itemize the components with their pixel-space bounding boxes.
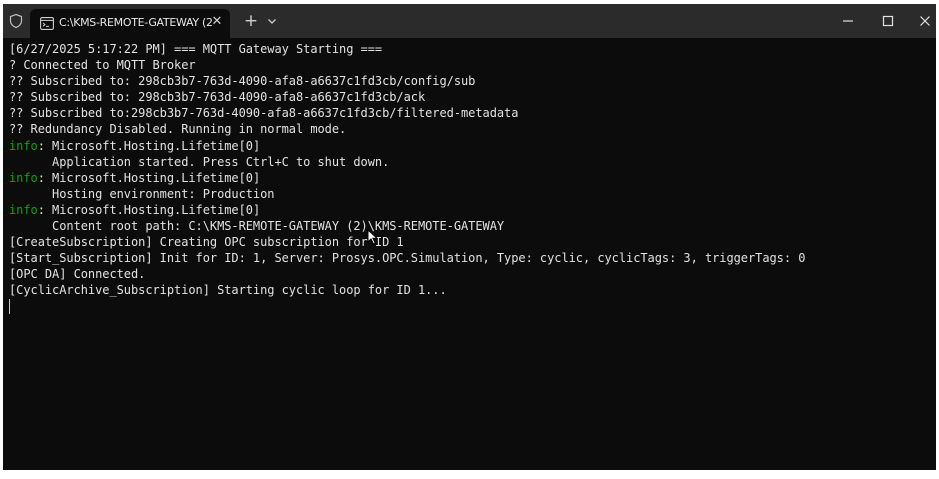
console-line-text: [Start_Subscription] Init for ID: 1, Ser… bbox=[9, 251, 806, 266]
console-line: info: Microsoft.Hosting.Lifetime[0] bbox=[9, 170, 932, 186]
console-line: [6/27/2025 5:17:22 PM] === MQTT Gateway … bbox=[9, 41, 932, 57]
console-line-text: : Microsoft.Hosting.Lifetime[0] bbox=[37, 170, 261, 185]
log-level-info: info bbox=[9, 170, 38, 185]
console-line: [OPC DA] Connected. bbox=[9, 266, 932, 282]
console-output[interactable]: [6/27/2025 5:17:22 PM] === MQTT Gateway … bbox=[9, 41, 932, 470]
console-line-text: ?? Subscribed to: 298cb3b7-763d-4090-afa… bbox=[9, 90, 426, 105]
title-bar: C:\KMS-REMOTE-GATEWAY (2 ✕ + bbox=[3, 4, 936, 38]
log-level-info: info bbox=[9, 202, 38, 217]
console-line: ? Connected to MQTT Broker bbox=[9, 57, 932, 73]
console-line: info: Microsoft.Hosting.Lifetime[0] bbox=[9, 202, 932, 218]
console-line-text: ?? Subscribed to:298cb3b7-763d-4090-afa8… bbox=[9, 106, 519, 121]
console-line-text: [6/27/2025 5:17:22 PM] === MQTT Gateway … bbox=[9, 42, 383, 56]
console-line: ?? Subscribed to:298cb3b7-763d-4090-afa8… bbox=[9, 105, 932, 121]
console-line: [Start_Subscription] Init for ID: 1, Ser… bbox=[9, 250, 932, 266]
console-line: ?? Subscribed to: 298cb3b7-763d-4090-afa… bbox=[9, 73, 932, 89]
console-line-text: ?? Redundancy Disabled. Running in norma… bbox=[9, 122, 347, 137]
maximize-icon[interactable] bbox=[879, 12, 897, 30]
console-line-text: Content root path: C:\KMS-REMOTE-GATEWAY… bbox=[9, 219, 505, 234]
console-line-text: ?? Subscribed to: 298cb3b7-763d-4090-afa… bbox=[9, 74, 476, 89]
tab-title: C:\KMS-REMOTE-GATEWAY (2 bbox=[59, 16, 213, 29]
close-icon[interactable] bbox=[916, 12, 934, 30]
console-line: ?? Redundancy Disabled. Running in norma… bbox=[9, 121, 932, 137]
console-line-text: Application started. Press Ctrl+C to shu… bbox=[9, 154, 390, 169]
terminal-window: C:\KMS-REMOTE-GATEWAY (2 ✕ + [6/27/2025 … bbox=[3, 4, 936, 470]
console-line-text: : Microsoft.Hosting.Lifetime[0] bbox=[37, 138, 261, 153]
minimize-icon[interactable] bbox=[839, 12, 857, 30]
console-line: [CreateSubscription] Creating OPC subscr… bbox=[9, 234, 932, 250]
terminal-tab[interactable]: C:\KMS-REMOTE-GATEWAY (2 ✕ bbox=[30, 9, 230, 38]
console-line: info: Microsoft.Hosting.Lifetime[0] bbox=[9, 138, 932, 154]
prompt-line[interactable] bbox=[9, 298, 932, 315]
text-cursor bbox=[9, 298, 10, 314]
shield-icon[interactable] bbox=[8, 13, 24, 29]
console-line-text: Hosting environment: Production bbox=[9, 186, 275, 201]
console-line: Application started. Press Ctrl+C to shu… bbox=[9, 154, 932, 170]
console-line: Content root path: C:\KMS-REMOTE-GATEWAY… bbox=[9, 218, 932, 234]
mouse-pointer-icon bbox=[367, 229, 379, 245]
console-line-text: ? Connected to MQTT Broker bbox=[9, 58, 196, 73]
console-line-text: : Microsoft.Hosting.Lifetime[0] bbox=[37, 202, 261, 217]
console-line-text: [OPC DA] Connected. bbox=[9, 267, 146, 282]
tab-close-icon[interactable]: ✕ bbox=[209, 14, 225, 30]
new-tab-button[interactable]: + bbox=[243, 13, 259, 30]
console-line: ?? Subscribed to: 298cb3b7-763d-4090-afa… bbox=[9, 89, 932, 105]
console-line-text: [CreateSubscription] Creating OPC subscr… bbox=[9, 235, 404, 250]
console-line: Hosting environment: Production bbox=[9, 186, 932, 202]
log-level-info: info bbox=[9, 138, 38, 153]
terminal-icon bbox=[40, 17, 54, 30]
chevron-down-icon[interactable] bbox=[266, 15, 278, 27]
console-line: [CyclicArchive_Subscription] Starting cy… bbox=[9, 282, 932, 298]
console-line-text: [CyclicArchive_Subscription] Starting cy… bbox=[9, 283, 447, 298]
